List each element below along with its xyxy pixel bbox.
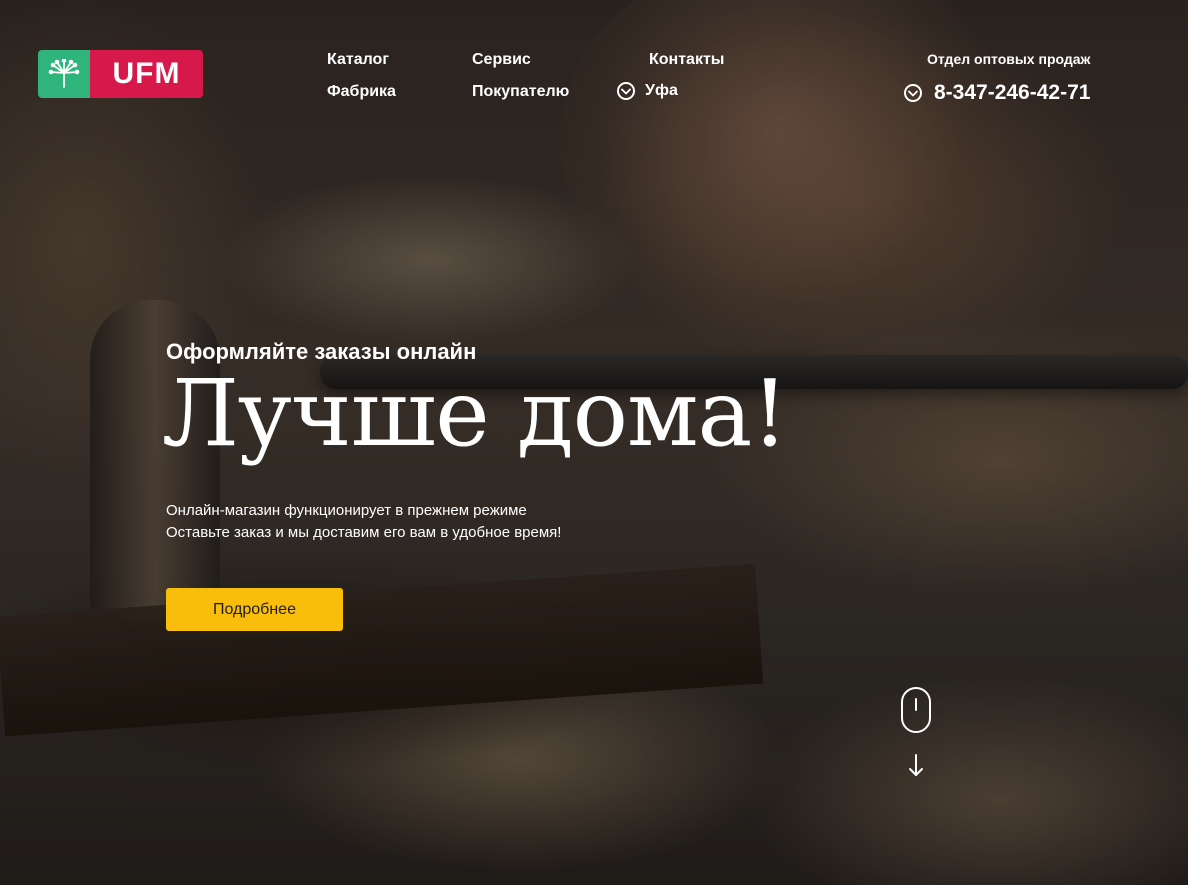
chevron-down-circle-icon: [904, 84, 922, 102]
nav-link-customers[interactable]: Покупателю: [472, 83, 569, 101]
logo-link[interactable]: UFM: [38, 50, 203, 98]
nav-link-catalog[interactable]: Каталог: [327, 51, 389, 69]
wholesale-label: Отдел оптовых продаж: [927, 51, 1091, 67]
hero-description: Онлайн-магазин функционирует в прежнем р…: [166, 500, 561, 544]
hero-headline: Лучше дома!: [162, 360, 788, 467]
city-selector[interactable]: Уфа: [617, 82, 678, 100]
logo-mark: [38, 50, 90, 98]
logo-text: UFM: [90, 50, 203, 98]
chevron-down-circle-icon: [617, 82, 635, 100]
scroll-down-hint[interactable]: [900, 686, 932, 778]
more-button[interactable]: Подробнее: [166, 588, 343, 631]
dandelion-icon: [48, 59, 80, 88]
nav-link-contacts[interactable]: Контакты: [649, 51, 724, 69]
phone-selector[interactable]: 8-347-246-42-71: [904, 81, 1090, 105]
phone-number: 8-347-246-42-71: [934, 81, 1091, 104]
arrow-down-icon: [909, 754, 923, 776]
city-label: Уфа: [645, 82, 678, 99]
hero-description-line: Оставьте заказ и мы доставим его вам в у…: [166, 524, 562, 541]
hero-description-line: Онлайн-магазин функционирует в прежнем р…: [166, 502, 527, 519]
mouse-scroll-icon: [901, 687, 931, 733]
nav-link-factory[interactable]: Фабрика: [327, 83, 396, 101]
nav-link-service[interactable]: Сервис: [472, 51, 531, 69]
